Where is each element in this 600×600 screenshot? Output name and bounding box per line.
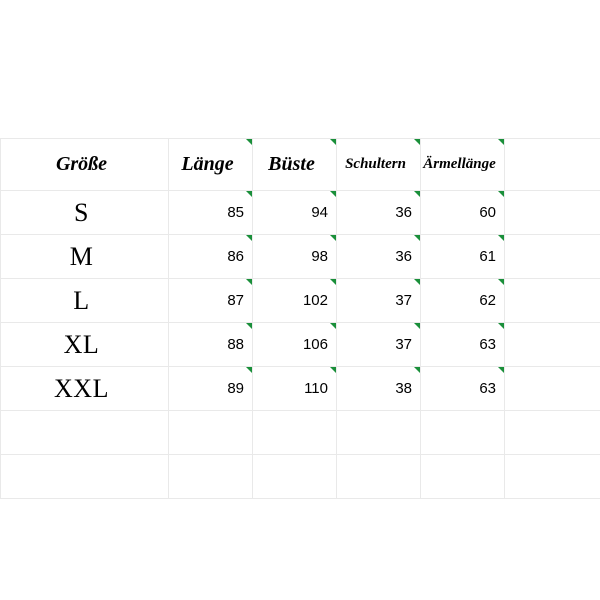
empty-cell	[421, 455, 505, 499]
empty-cell	[169, 455, 253, 499]
cell-shoulders: 36	[337, 235, 421, 279]
cell-shoulders: 37	[337, 323, 421, 367]
cell-shoulders: 38	[337, 367, 421, 411]
empty-cell	[505, 323, 600, 367]
cell-size: L	[1, 279, 169, 323]
empty-cell	[1, 455, 169, 499]
empty-cell	[1, 411, 169, 455]
empty-cell	[253, 411, 337, 455]
table-row-empty	[1, 455, 600, 499]
cell-size: XXL	[1, 367, 169, 411]
cell-bust: 98	[253, 235, 337, 279]
empty-cell	[505, 191, 600, 235]
cell-length: 87	[169, 279, 253, 323]
empty-cell	[337, 411, 421, 455]
table-row: XXL 89 110 38 63	[1, 367, 600, 411]
cell-bust: 102	[253, 279, 337, 323]
empty-cell	[505, 367, 600, 411]
cell-sleeve: 60	[421, 191, 505, 235]
empty-cell	[337, 455, 421, 499]
cell-bust: 110	[253, 367, 337, 411]
size-chart-table: Größe Länge Büste Schultern Ärmellänge S…	[0, 138, 600, 499]
cell-size: M	[1, 235, 169, 279]
col-header-shoulders: Schultern	[337, 139, 421, 191]
cell-sleeve: 63	[421, 323, 505, 367]
empty-cell	[505, 235, 600, 279]
table-row: XL 88 106 37 63	[1, 323, 600, 367]
cell-shoulders: 37	[337, 279, 421, 323]
cell-length: 88	[169, 323, 253, 367]
col-header-length: Länge	[169, 139, 253, 191]
empty-cell	[169, 411, 253, 455]
cell-bust: 94	[253, 191, 337, 235]
empty-cell	[505, 455, 600, 499]
table-row: L 87 102 37 62	[1, 279, 600, 323]
cell-length: 85	[169, 191, 253, 235]
cell-size: S	[1, 191, 169, 235]
empty-cell	[505, 279, 600, 323]
col-header-size: Größe	[1, 139, 169, 191]
empty-cell	[253, 455, 337, 499]
cell-length: 86	[169, 235, 253, 279]
table-row: M 86 98 36 61	[1, 235, 600, 279]
col-header-bust: Büste	[253, 139, 337, 191]
cell-bust: 106	[253, 323, 337, 367]
table-header-row: Größe Länge Büste Schultern Ärmellänge	[1, 139, 600, 191]
cell-sleeve: 62	[421, 279, 505, 323]
cell-length: 89	[169, 367, 253, 411]
empty-cell	[505, 411, 600, 455]
cell-sleeve: 61	[421, 235, 505, 279]
empty-cell	[421, 411, 505, 455]
cell-shoulders: 36	[337, 191, 421, 235]
cell-sleeve: 63	[421, 367, 505, 411]
empty-cell	[505, 139, 600, 191]
cell-size: XL	[1, 323, 169, 367]
table-row: S 85 94 36 60	[1, 191, 600, 235]
table-row-empty	[1, 411, 600, 455]
table: Größe Länge Büste Schultern Ärmellänge S…	[0, 138, 600, 499]
col-header-sleeve: Ärmellänge	[421, 139, 505, 191]
